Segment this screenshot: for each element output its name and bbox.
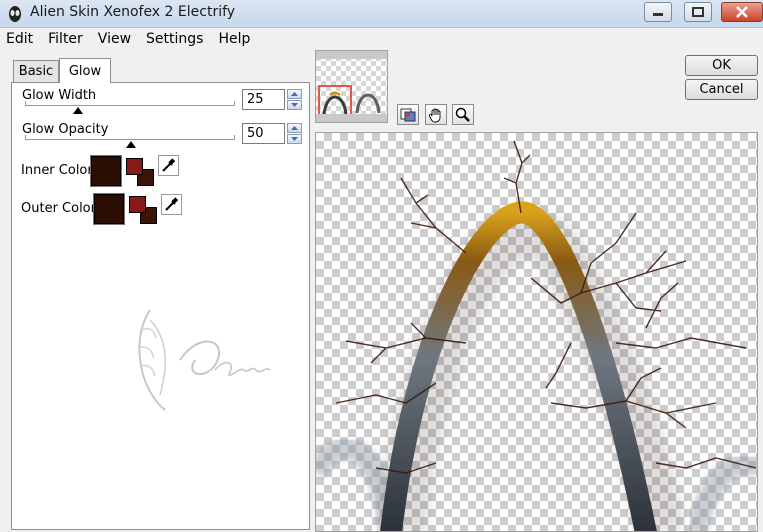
thumbnail-current[interactable] [318, 85, 352, 117]
glow-width-spinner [287, 89, 302, 110]
glow-opacity-increment[interactable] [287, 123, 302, 133]
thumbnail-original[interactable] [353, 85, 387, 117]
settings-panel: Basic Glow Glow Width Glow Opacity Inner… [0, 50, 312, 532]
inner-color-pair[interactable] [125, 157, 157, 187]
arrow-up-icon [291, 126, 298, 130]
arrow-down-icon [291, 103, 298, 107]
zoom-icon [455, 107, 470, 122]
cancel-button[interactable]: Cancel [685, 79, 758, 100]
tab-basic[interactable]: Basic [13, 60, 59, 82]
outer-color-foreground-swatch[interactable] [129, 196, 146, 213]
close-button[interactable] [721, 2, 763, 22]
hand-icon [428, 108, 441, 122]
window-title: Alien Skin Xenofex 2 Electrify [30, 4, 236, 20]
zoom-tool-button[interactable] [452, 104, 474, 125]
arch-original-icon [355, 93, 381, 114]
eyedropper-icon [165, 197, 179, 211]
hand-tool-button[interactable] [425, 104, 447, 125]
eyedropper-icon [162, 158, 176, 172]
maximize-icon [692, 7, 704, 17]
ok-button[interactable]: OK [685, 55, 758, 76]
arch-preview-icon [322, 91, 348, 116]
glow-width-slider-thumb[interactable] [73, 107, 83, 114]
glow-width-increment[interactable] [287, 89, 302, 99]
inner-color-swatch[interactable] [90, 155, 122, 187]
menu-view[interactable]: View [98, 31, 131, 47]
inner-color-label: Inner Color [21, 163, 93, 178]
outer-color-swatch[interactable] [93, 193, 125, 225]
inner-color-foreground-swatch[interactable] [126, 158, 143, 175]
arrow-up-icon [291, 92, 298, 96]
menu-help[interactable]: Help [218, 31, 250, 47]
thumbnail-strip-bottom [316, 114, 387, 122]
preview-toggle-icon [400, 108, 416, 122]
glow-width-label: Glow Width [22, 88, 97, 103]
tab-glow[interactable]: Glow [59, 58, 111, 83]
close-icon [736, 6, 748, 18]
outer-color-picker[interactable] [161, 194, 182, 215]
glow-opacity-spinner [287, 123, 302, 144]
electrified-arch-preview [316, 140, 757, 531]
menu-settings[interactable]: Settings [146, 31, 203, 47]
arrow-down-icon [291, 137, 298, 141]
glow-opacity-input[interactable] [242, 123, 285, 144]
glow-width-input[interactable] [242, 89, 285, 110]
minimize-button[interactable] [644, 2, 672, 22]
outer-color-label: Outer Color [21, 201, 96, 216]
glow-width-decrement[interactable] [287, 100, 302, 110]
glow-opacity-decrement[interactable] [287, 134, 302, 144]
thumbnail-strip-top [316, 51, 387, 59]
maximize-button[interactable] [684, 2, 712, 22]
title-bar: Alien Skin Xenofex 2 Electrify [0, 0, 763, 28]
glow-opacity-slider-thumb[interactable] [126, 141, 136, 148]
glow-opacity-slider[interactable] [25, 135, 235, 140]
preview-canvas[interactable] [315, 132, 758, 532]
minimize-icon [653, 13, 663, 16]
preset-thumbnails [315, 50, 388, 123]
menu-filter[interactable]: Filter [48, 31, 83, 47]
inner-color-picker[interactable] [158, 155, 179, 176]
alien-skin-app-icon [9, 6, 21, 22]
watermark-logo [137, 309, 271, 411]
menu-edit[interactable]: Edit [6, 31, 33, 47]
menu-bar: Edit Filter View Settings Help [0, 28, 763, 49]
preview-toggle-button[interactable] [397, 104, 419, 125]
outer-color-pair[interactable] [128, 195, 160, 225]
glow-opacity-label: Glow Opacity [22, 122, 109, 137]
glow-width-slider[interactable] [25, 101, 235, 106]
